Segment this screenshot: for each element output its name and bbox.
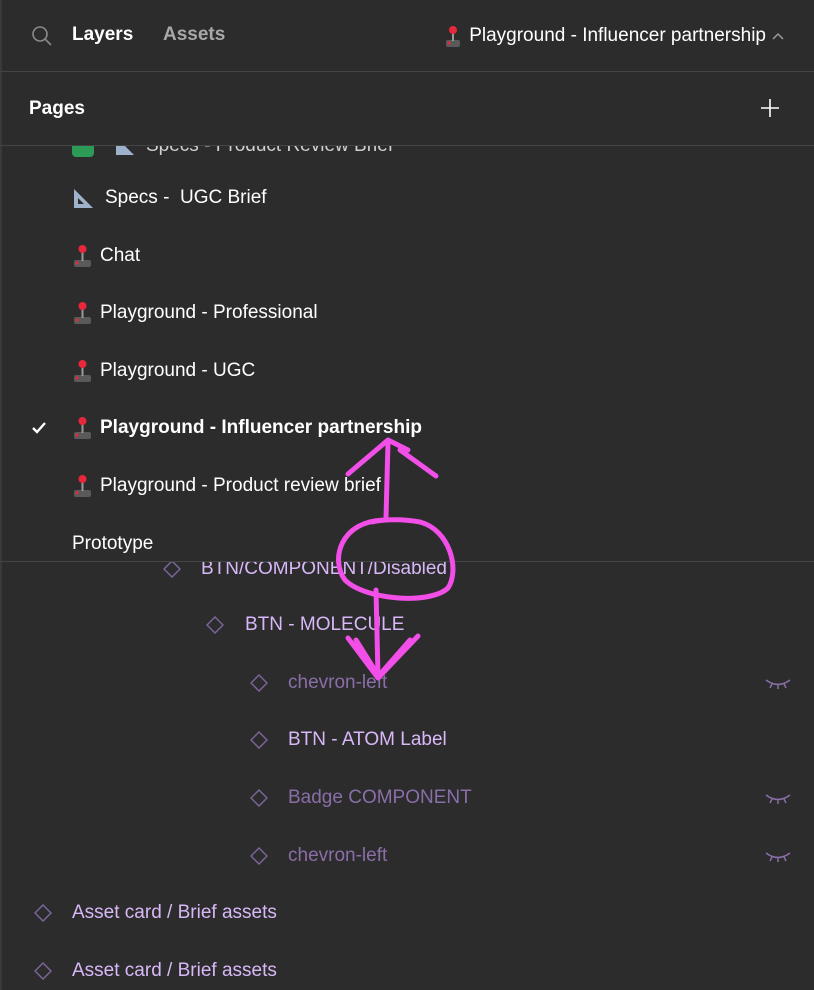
page-item[interactable]: Prototype — [0, 522, 814, 561]
layers-list: BTN/COMPONENT/Disabled BTN - MOLECULE ch… — [0, 562, 814, 990]
joystick-icon — [74, 245, 91, 267]
component-instance-icon — [34, 962, 52, 980]
page-item[interactable]: Playground - Product review brief — [0, 464, 814, 508]
page-label: Playground - Product review brief — [100, 475, 381, 496]
component-instance-icon — [250, 789, 268, 807]
joystick-icon — [74, 475, 91, 497]
page-item[interactable]: Chat — [0, 234, 814, 278]
page-label: Chat — [100, 245, 141, 266]
page-label: Specs - Product Review Brief — [146, 146, 393, 157]
layer-name: BTN - ATOM Label — [288, 729, 447, 750]
layer-row[interactable]: Asset card / Brief assets — [0, 949, 814, 990]
layer-name: chevron-left — [288, 845, 388, 866]
layer-row[interactable]: chevron-left — [0, 661, 814, 705]
page-label: Playground - Influencer partnership — [100, 417, 422, 438]
layer-row[interactable]: BTN - MOLECULE — [0, 603, 814, 647]
layer-name: BTN/COMPONENT/Disabled — [201, 562, 447, 579]
spreadsheet-icon — [72, 146, 94, 157]
layer-name: chevron-left — [288, 672, 388, 693]
pages-title: Pages — [29, 98, 85, 119]
tab-layers[interactable]: Layers — [72, 24, 133, 46]
component-instance-icon — [206, 616, 224, 634]
component-instance-icon — [34, 904, 52, 922]
joystick-icon — [74, 360, 91, 382]
joystick-icon — [74, 417, 91, 439]
pages-list: Specs - Product Review Brief Specs - UGC… — [0, 146, 814, 562]
layer-row[interactable]: BTN/COMPONENT/Disabled — [0, 562, 814, 591]
triangle-ruler-icon — [74, 189, 93, 208]
layer-row[interactable]: chevron-left — [0, 834, 814, 878]
panel-header: Layers Assets Playground - Influencer pa… — [0, 0, 814, 72]
page-label: Playground - Professional — [100, 302, 318, 323]
search-icon[interactable] — [31, 25, 53, 47]
current-page-dropdown[interactable]: Playground - Influencer partnership — [443, 24, 784, 48]
joystick-icon — [74, 302, 91, 324]
eye-closed-icon[interactable] — [764, 677, 792, 691]
page-label: Playground - UGC — [100, 360, 256, 381]
component-instance-icon — [250, 847, 268, 865]
layer-name: Asset card / Brief assets — [72, 902, 277, 923]
chevron-up-icon — [772, 32, 784, 40]
checkmark-icon — [32, 422, 46, 434]
layer-row[interactable]: Asset card / Brief assets — [0, 891, 814, 935]
layer-name: BTN - MOLECULE — [245, 614, 405, 635]
page-label: Specs - UGC Brief — [105, 187, 267, 208]
triangle-ruler-icon — [116, 146, 134, 155]
joystick-icon — [446, 26, 461, 47]
page-item[interactable]: Specs - Product Review Brief — [0, 146, 814, 168]
eye-closed-icon[interactable] — [764, 850, 792, 864]
component-instance-icon — [250, 731, 268, 749]
component-instance-icon — [250, 674, 268, 692]
current-page-name: Playground - Influencer partnership — [469, 25, 766, 46]
layer-row[interactable]: Badge COMPONENT — [0, 776, 814, 820]
layer-row[interactable]: BTN - ATOM Label — [0, 718, 814, 762]
page-item-selected[interactable]: Playground - Influencer partnership — [0, 406, 814, 450]
layer-name: Badge COMPONENT — [288, 787, 472, 808]
eye-closed-icon[interactable] — [764, 792, 792, 806]
tab-assets[interactable]: Assets — [163, 24, 225, 46]
page-label: Prototype — [72, 533, 154, 554]
page-item[interactable]: Playground - Professional — [0, 291, 814, 335]
add-page-button[interactable] — [760, 98, 780, 118]
pages-section-header: Pages — [0, 72, 814, 146]
page-item[interactable]: Playground - UGC — [0, 349, 814, 393]
page-item[interactable]: Specs - UGC Brief — [0, 176, 814, 220]
layer-name: Asset card / Brief assets — [72, 960, 277, 981]
component-instance-icon — [163, 562, 181, 578]
